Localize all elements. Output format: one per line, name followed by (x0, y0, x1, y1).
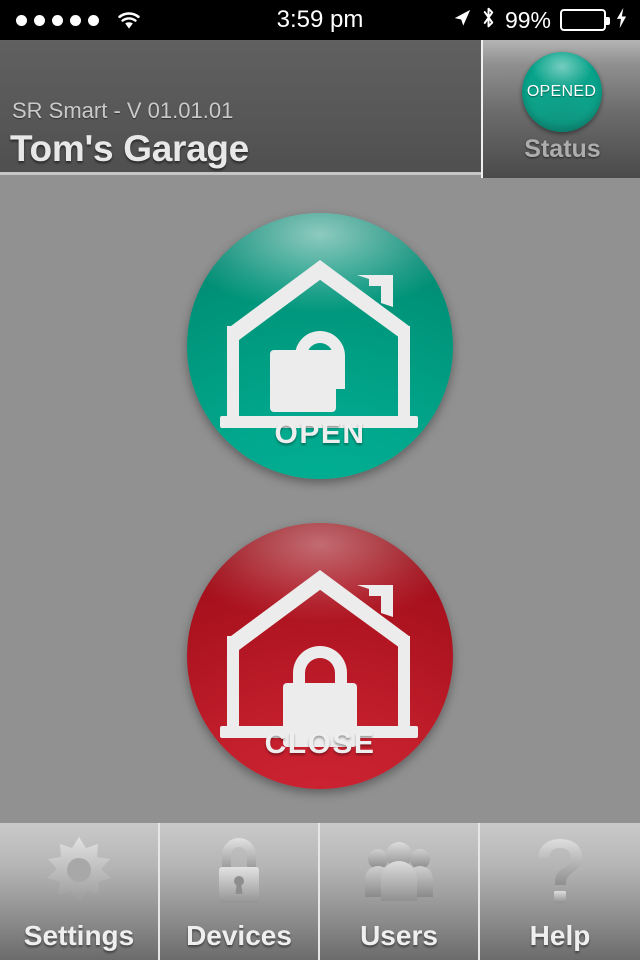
open-garage-button[interactable]: OPEN (187, 213, 453, 479)
tab-devices-label: Devices (186, 920, 292, 951)
battery-icon (560, 9, 610, 31)
close-button-caption: CLOSE (264, 727, 376, 760)
padlock-icon (219, 838, 259, 903)
header: SR Smart - V 01.01.01 Tom's Garage OPENE… (0, 40, 640, 178)
tab-users[interactable]: Users (320, 823, 480, 960)
header-title-panel: SR Smart - V 01.01.01 Tom's Garage (0, 40, 481, 175)
bluetooth-icon (481, 6, 496, 34)
status-bar-right: 99% (452, 0, 628, 40)
battery-percent-label: 99% (504, 6, 551, 33)
lightning-bolt-icon (615, 7, 628, 34)
tab-devices[interactable]: Devices (160, 823, 320, 960)
status-badge: OPENED (526, 83, 597, 100)
tab-help-label: Help (529, 920, 591, 951)
open-button-caption: OPEN (274, 417, 366, 450)
tab-users-label: Users (360, 920, 438, 951)
clock-time: 3:59 pm (276, 6, 364, 33)
status-panel[interactable]: OPENED Status (481, 40, 640, 178)
main-content: OPEN CLOSE (0, 181, 640, 823)
status-bar: 3:59 pm 99% (0, 0, 640, 40)
users-group-icon (365, 842, 433, 901)
tab-help[interactable]: Help (480, 823, 640, 960)
app-version-label: SR Smart - V 01.01.01 (12, 98, 234, 123)
page-title: Tom's Garage (10, 128, 249, 169)
bottom-tab-bar: Settings Devices Users Help (0, 823, 640, 960)
tab-settings[interactable]: Settings (0, 823, 160, 960)
app-screen: 3:59 pm 99% SR Smart - V 01.01.01 Tom's … (0, 0, 640, 960)
tab-settings-label: Settings (23, 920, 135, 951)
gear-icon (47, 837, 111, 903)
close-garage-button[interactable]: CLOSE (187, 523, 453, 789)
location-arrow-icon (452, 8, 472, 33)
question-mark-icon (538, 839, 582, 903)
status-indicator-orb: OPENED (521, 52, 602, 132)
status-panel-label: Status (524, 135, 601, 163)
